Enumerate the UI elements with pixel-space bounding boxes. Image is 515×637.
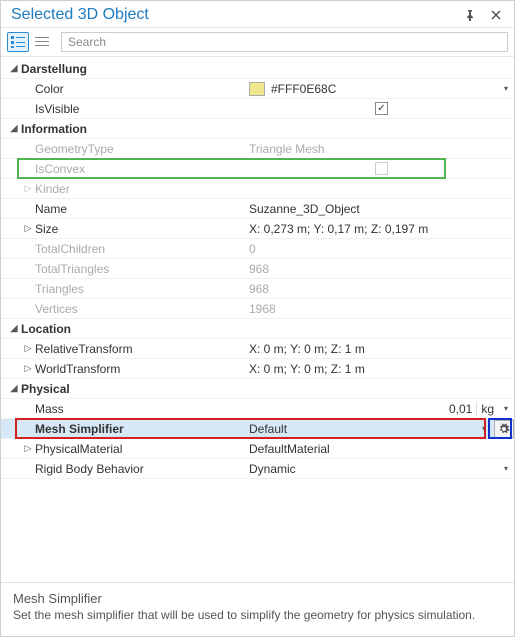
expander-icon[interactable]: ◢ <box>7 122 21 136</box>
expander-icon[interactable]: ▷ <box>21 182 35 196</box>
category-physical[interactable]: ◢Physical <box>1 379 514 399</box>
expander-icon[interactable]: ◢ <box>7 62 21 76</box>
prop-rigidbodybehavior[interactable]: Rigid Body Behavior Dynamic ▾ <box>1 459 514 479</box>
prop-triangles: Triangles 968 <box>1 279 514 299</box>
prop-name[interactable]: Name Suzanne_3D_Object <box>1 199 514 219</box>
expander-icon[interactable]: ◢ <box>7 382 21 396</box>
category-location[interactable]: ◢Location <box>1 319 514 339</box>
prop-totaltriangles: TotalTriangles 968 <box>1 259 514 279</box>
description-pane: Mesh Simplifier Set the mesh simplifier … <box>1 582 514 636</box>
prop-color[interactable]: Color #FFF0E68C ▾ <box>1 79 514 99</box>
category-information[interactable]: ◢Information <box>1 119 514 139</box>
color-swatch <box>249 82 265 96</box>
panel-title: Selected 3D Object <box>11 6 454 24</box>
description-title: Mesh Simplifier <box>13 591 502 606</box>
pin-icon[interactable] <box>460 5 480 25</box>
view-categorized-button[interactable] <box>7 32 29 52</box>
properties-panel: Selected 3D Object Search <box>0 0 515 637</box>
chevron-down-icon[interactable]: ▾ <box>476 424 492 433</box>
mass-unit: kg <box>476 402 498 416</box>
prop-totalchildren: TotalChildren 0 <box>1 239 514 259</box>
expander-icon[interactable]: ▷ <box>21 362 35 376</box>
expander-icon[interactable]: ▷ <box>21 342 35 356</box>
prop-vertices: Vertices 1968 <box>1 299 514 319</box>
gear-button[interactable] <box>494 420 514 438</box>
gear-icon <box>498 423 510 435</box>
checkbox-icon <box>375 162 388 175</box>
expander-icon[interactable]: ▷ <box>21 442 35 456</box>
description-text: Set the mesh simplifier that will be use… <box>13 608 502 622</box>
prop-kinder[interactable]: ▷Kinder <box>1 179 514 199</box>
search-input[interactable]: Search <box>61 32 508 52</box>
category-appearance[interactable]: ◢Darstellung <box>1 59 514 79</box>
prop-relativetransform[interactable]: ▷RelativeTransform X: 0 m; Y: 0 m; Z: 1 … <box>1 339 514 359</box>
chevron-down-icon[interactable]: ▾ <box>498 404 514 413</box>
chevron-down-icon[interactable]: ▾ <box>498 464 514 473</box>
prop-meshsimplifier[interactable]: Mesh Simplifier Default ▾ <box>1 419 514 439</box>
close-icon[interactable] <box>486 5 506 25</box>
prop-mass[interactable]: Mass 0,01 kg ▾ <box>1 399 514 419</box>
prop-worldtransform[interactable]: ▷WorldTransform X: 0 m; Y: 0 m; Z: 1 m <box>1 359 514 379</box>
expander-icon[interactable]: ◢ <box>7 322 21 336</box>
expander-icon[interactable]: ▷ <box>21 222 35 236</box>
prop-physicalmaterial[interactable]: ▷PhysicalMaterial DefaultMaterial <box>1 439 514 459</box>
checkbox-icon[interactable]: ✓ <box>375 102 388 115</box>
view-alphabetical-button[interactable] <box>31 32 53 52</box>
chevron-down-icon[interactable]: ▾ <box>498 84 514 93</box>
panel-titlebar: Selected 3D Object <box>1 1 514 27</box>
prop-size[interactable]: ▷Size X: 0,273 m; Y: 0,17 m; Z: 0,197 m <box>1 219 514 239</box>
prop-isvisible[interactable]: IsVisible ✓ <box>1 99 514 119</box>
prop-geometrytype: GeometryType Triangle Mesh <box>1 139 514 159</box>
properties-grid: ◢Darstellung Color #FFF0E68C ▾ IsVisible… <box>1 57 514 582</box>
panel-toolbar: Search <box>1 27 514 57</box>
prop-isconvex: IsConvex <box>1 159 514 179</box>
search-placeholder: Search <box>68 35 106 49</box>
